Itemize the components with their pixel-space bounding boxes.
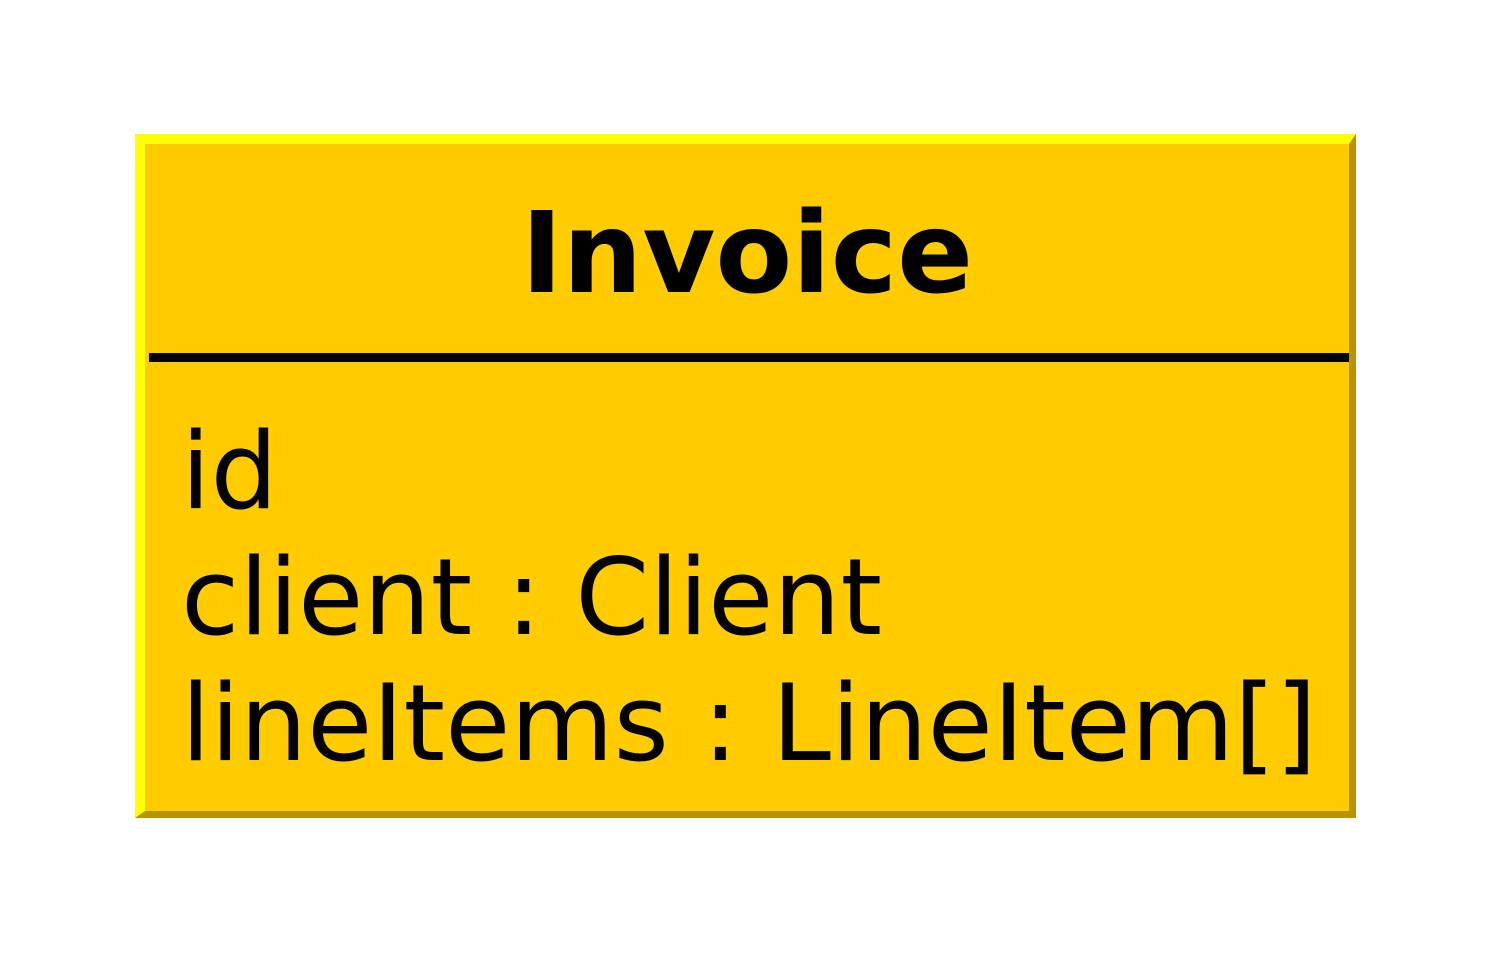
diagram-canvas: Invoice id client : Client lineItems : L…	[0, 0, 1500, 961]
invoice-class-box[interactable]: Invoice id client : Client lineItems : L…	[135, 134, 1356, 818]
attribute-id: id	[181, 410, 278, 533]
attribute-list: id client : Client lineItems : LineItem[…	[181, 409, 1317, 787]
attribute-client: client : Client	[181, 536, 883, 659]
compartment-divider	[149, 353, 1349, 362]
attribute-line-items: lineItems : LineItem[]	[181, 662, 1317, 785]
class-name: Invoice	[520, 189, 974, 319]
